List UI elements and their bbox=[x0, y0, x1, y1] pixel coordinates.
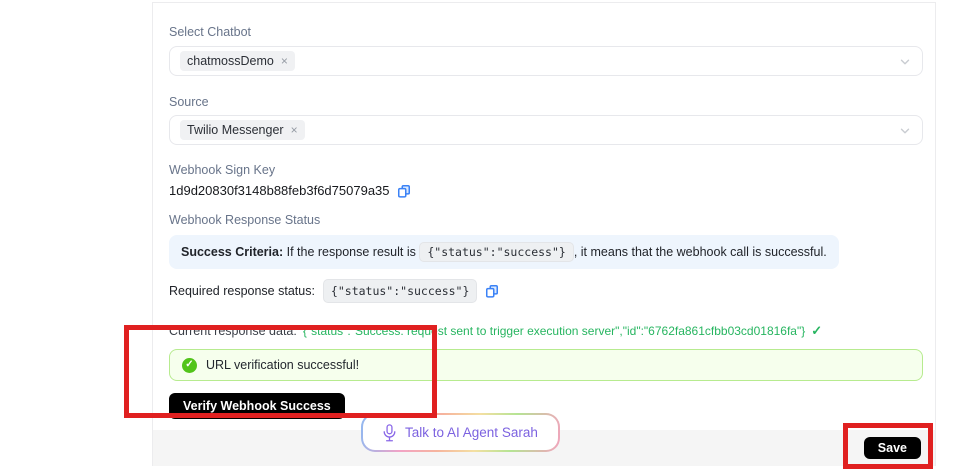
success-criteria-post: , it means that the webhook call is succ… bbox=[574, 245, 827, 259]
current-response-value: {"status":"Success: request sent to trig… bbox=[303, 323, 805, 339]
source-tag-remove-icon[interactable]: × bbox=[291, 122, 298, 138]
copy-icon[interactable] bbox=[485, 284, 499, 298]
source-label: Source bbox=[169, 95, 923, 110]
check-icon: ✓ bbox=[811, 323, 822, 339]
source-multiselect[interactable]: Twilio Messenger × bbox=[169, 115, 923, 145]
talk-to-ai-agent-label: Talk to AI Agent Sarah bbox=[405, 425, 538, 440]
required-status-code: {"status":"success"} bbox=[323, 279, 477, 303]
source-tag-label: Twilio Messenger bbox=[187, 122, 284, 138]
chatbot-tag: chatmossDemo × bbox=[180, 51, 295, 71]
microphone-icon bbox=[383, 424, 396, 442]
sign-key-value: 1d9d20830f3148b88feb3f6d75079a35 bbox=[169, 183, 390, 199]
success-criteria-bold: Success Criteria: bbox=[181, 245, 283, 259]
copy-icon[interactable] bbox=[397, 184, 411, 198]
webhook-settings-panel: Select Chatbot chatmossDemo × Source Twi… bbox=[152, 2, 936, 466]
chatbot-multiselect[interactable]: chatmossDemo × bbox=[169, 46, 923, 76]
source-tag: Twilio Messenger × bbox=[180, 120, 305, 140]
chevron-down-icon bbox=[898, 55, 912, 69]
verify-webhook-button[interactable]: Verify Webhook Success bbox=[169, 393, 345, 419]
chatbot-tag-remove-icon[interactable]: × bbox=[281, 53, 288, 69]
success-criteria-infobox: Success Criteria: If the response result… bbox=[169, 235, 839, 269]
response-status-label: Webhook Response Status bbox=[169, 213, 923, 228]
select-chatbot-label: Select Chatbot bbox=[169, 25, 923, 40]
success-criteria-code: {"status":"success"} bbox=[419, 242, 573, 262]
url-verification-alert: ✓ URL verification successful! bbox=[169, 349, 923, 381]
success-criteria-pre: If the response result is bbox=[287, 245, 416, 259]
save-button[interactable]: Save bbox=[864, 437, 921, 459]
required-status-label: Required response status: bbox=[169, 282, 315, 300]
chatbot-tag-label: chatmossDemo bbox=[187, 53, 274, 69]
sign-key-label: Webhook Sign Key bbox=[169, 163, 923, 178]
chevron-down-icon bbox=[898, 124, 912, 138]
url-verification-text: URL verification successful! bbox=[206, 358, 359, 372]
talk-to-ai-agent-button[interactable]: Talk to AI Agent Sarah bbox=[361, 413, 560, 452]
success-check-circle-icon: ✓ bbox=[182, 358, 197, 373]
current-response-label: Current response data: bbox=[169, 323, 297, 339]
form-content: Select Chatbot chatmossDemo × Source Twi… bbox=[153, 3, 935, 430]
